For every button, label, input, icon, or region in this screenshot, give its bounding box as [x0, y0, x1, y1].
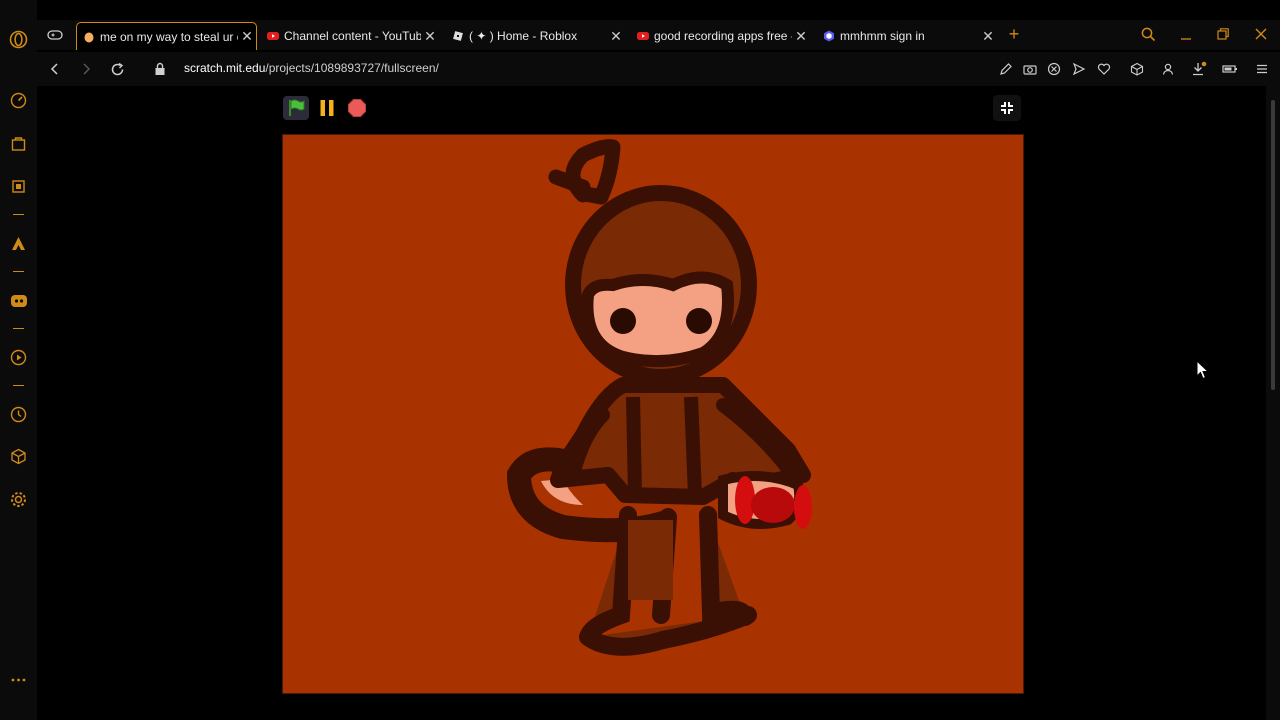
character-drawing — [506, 139, 812, 656]
lock-icon[interactable] — [151, 60, 169, 78]
close-icon[interactable]: ✕ — [421, 28, 439, 45]
exit-fullscreen-button[interactable] — [993, 95, 1021, 121]
pause-icon — [320, 100, 334, 116]
stop-icon — [348, 99, 366, 117]
box-icon[interactable] — [1128, 60, 1146, 78]
speedometer-icon[interactable] — [9, 91, 28, 110]
url-field[interactable]: scratch.mit.edu/projects/1089893727/full… — [184, 61, 439, 75]
close-icon[interactable]: ✕ — [979, 28, 997, 45]
scrollbar[interactable] — [1266, 86, 1280, 720]
tab-recording-apps[interactable]: good recording apps free - ✕ — [631, 22, 810, 50]
new-tab-button[interactable]: + — [1005, 24, 1023, 44]
heart-icon[interactable] — [1095, 60, 1113, 78]
scratch-cat-icon — [83, 31, 95, 43]
tab-title: mmhmm sign in — [840, 29, 925, 43]
minimize-icon[interactable] — [1177, 25, 1195, 43]
cpu-icon[interactable] — [9, 177, 28, 196]
gamepad-icon[interactable] — [46, 26, 64, 44]
tab-title: me on my way to steal ur c — [100, 29, 238, 44]
sidebar — [0, 0, 37, 720]
tab-title: ( ✦ ) Home - Roblox — [469, 29, 578, 43]
forward-icon[interactable] — [77, 60, 95, 78]
exit-fullscreen-icon — [1001, 102, 1013, 114]
profile-icon[interactable] — [1159, 60, 1177, 78]
youtube-icon — [267, 30, 279, 42]
close-icon[interactable]: ✕ — [238, 28, 256, 45]
tab-title: good recording apps free - — [654, 29, 792, 43]
stop-button[interactable] — [344, 96, 370, 120]
bag-icon[interactable] — [9, 134, 28, 153]
opera-gx-logo-icon[interactable] — [9, 30, 28, 49]
scrollbar-thumb[interactable] — [1271, 100, 1275, 390]
tab-scratch-project[interactable]: me on my way to steal ur c ✕ — [76, 22, 257, 50]
gear-icon[interactable] — [9, 490, 28, 509]
send-icon[interactable] — [1070, 60, 1088, 78]
close-icon[interactable]: ✕ — [792, 28, 810, 45]
edit-icon[interactable] — [997, 60, 1015, 78]
address-bar-row: scratch.mit.edu/projects/1089893727/full… — [37, 52, 1280, 86]
menu-icon[interactable] — [1253, 60, 1271, 78]
browser-window: me on my way to steal ur c ✕ Channel con… — [0, 0, 1280, 720]
tab-youtube-channel[interactable]: Channel content - YouTube ✕ — [261, 22, 439, 50]
scratch-stage[interactable] — [282, 134, 1024, 694]
reload-icon[interactable] — [108, 60, 126, 78]
mouse-cursor — [1196, 359, 1210, 385]
sidebar-separator — [13, 328, 24, 329]
tab-title: Channel content - YouTube — [284, 29, 421, 43]
youtube-icon — [637, 30, 649, 42]
tab-roblox[interactable]: ( ✦ ) Home - Roblox ✕ — [446, 22, 625, 50]
url-path: /projects/1089893727/fullscreen/ — [265, 61, 439, 75]
close-icon[interactable]: ✕ — [607, 28, 625, 45]
sidebar-separator — [13, 271, 24, 272]
back-icon[interactable] — [46, 60, 64, 78]
search-icon[interactable] — [1139, 25, 1157, 43]
more-icon[interactable] — [9, 670, 28, 689]
camera-icon[interactable] — [1021, 60, 1039, 78]
tab-mmhmm[interactable]: mmhmm sign in ✕ — [817, 22, 997, 50]
discord-icon[interactable] — [9, 291, 28, 310]
kick-icon[interactable] — [9, 234, 28, 253]
download-icon[interactable] — [1190, 60, 1208, 78]
green-flag-icon — [289, 99, 305, 116]
cube-icon[interactable] — [9, 447, 28, 466]
roblox-icon — [452, 30, 464, 42]
restore-icon[interactable] — [1214, 25, 1232, 43]
green-flag-button[interactable] — [283, 96, 309, 120]
pause-button[interactable] — [314, 96, 340, 120]
tab-strip: me on my way to steal ur c ✕ Channel con… — [37, 20, 1280, 50]
url-host: scratch.mit.edu — [184, 61, 266, 75]
close-window-icon[interactable] — [1252, 25, 1270, 43]
player-icon[interactable] — [9, 348, 28, 367]
battery-icon[interactable] — [1221, 60, 1239, 78]
mmhmm-icon — [823, 30, 835, 42]
sidebar-separator — [13, 385, 24, 386]
block-icon[interactable] — [1045, 60, 1063, 78]
sidebar-separator — [13, 214, 24, 215]
history-icon[interactable] — [9, 405, 28, 424]
